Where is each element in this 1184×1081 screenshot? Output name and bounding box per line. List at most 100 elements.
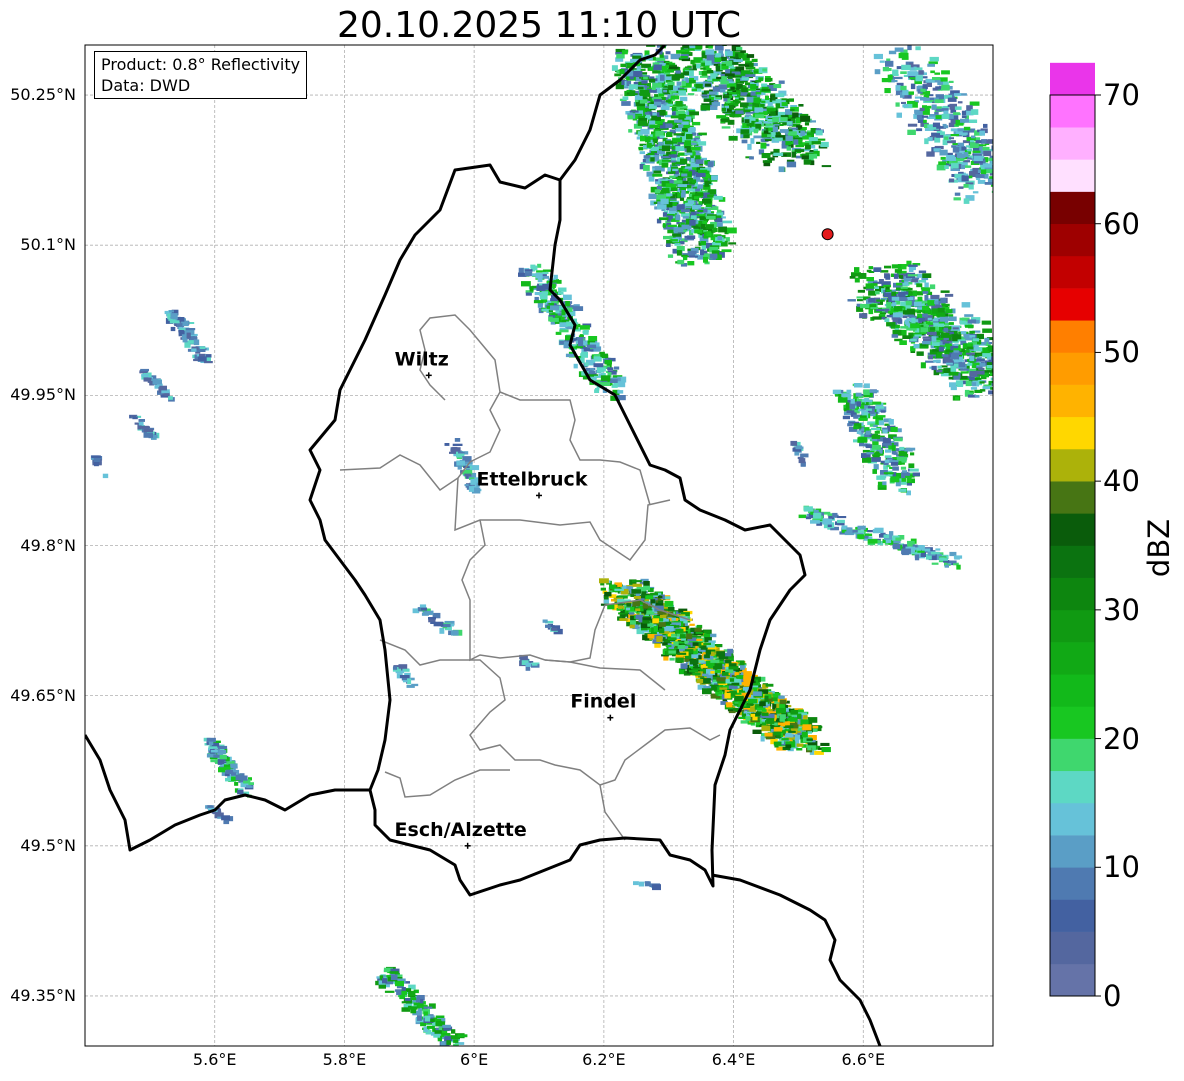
echo-cell [218, 749, 227, 754]
echo-cell [1015, 374, 1024, 379]
echo-cell [954, 93, 962, 96]
echo-cell [916, 283, 923, 288]
echo-cell [925, 360, 935, 363]
echo-cell [986, 364, 993, 369]
echo-cell [714, 57, 722, 62]
echo-cell [691, 40, 699, 43]
echo-cell [700, 105, 710, 111]
echo-cell [716, 677, 726, 682]
echo-cell [756, 141, 761, 144]
echo-cell [746, 96, 754, 103]
echo-cell [786, 161, 797, 168]
echo-cell [900, 85, 907, 91]
echo-cell [524, 271, 533, 277]
echo-cell [689, 79, 696, 84]
echo-cell [898, 488, 907, 492]
echo-cell [804, 122, 810, 126]
echo-cell [866, 269, 872, 273]
echo-cell [934, 72, 940, 75]
echo-cell [753, 135, 763, 139]
echo-cell [169, 320, 180, 324]
echo-cell [672, 233, 681, 237]
echo-cell [798, 104, 804, 107]
echo-cell [861, 453, 867, 458]
echo-cell [727, 39, 736, 44]
echo-cell [953, 112, 960, 115]
echo-cell [773, 727, 782, 732]
echo-cell [856, 296, 864, 299]
echo-cell [781, 102, 788, 107]
echo-cell [905, 475, 912, 478]
echo-cell [712, 228, 718, 232]
echo-cell [995, 346, 1000, 350]
echo-cell [999, 149, 1004, 153]
echo-cell [906, 308, 915, 312]
echo-cell [680, 192, 686, 198]
echo-cell [679, 96, 688, 102]
echo-cell [841, 393, 852, 398]
echo-cell [960, 331, 967, 335]
echo-cell [680, 663, 688, 669]
echo-cell [997, 157, 1004, 162]
echo-cell [1010, 388, 1015, 391]
echo-cell [975, 140, 982, 144]
echo-cell [735, 110, 745, 114]
echo-cell [764, 732, 773, 737]
echo-cell [716, 222, 723, 227]
echo-cell [740, 665, 745, 670]
echo-cell [876, 475, 886, 480]
echo-cell [995, 346, 1001, 352]
echo-cell [643, 155, 651, 159]
echo-cell [754, 114, 764, 119]
echo-cell [1008, 394, 1017, 398]
echo-cell [703, 236, 709, 239]
echo-cell [752, 716, 758, 721]
echo-cell [781, 738, 789, 741]
echo-cell [775, 93, 785, 98]
echo-cell [600, 587, 606, 591]
echo-cell [938, 346, 945, 352]
echo-cell [642, 620, 650, 624]
echo-cell [800, 115, 811, 122]
echo-cell [893, 273, 899, 279]
echo-cell [1010, 398, 1019, 403]
echo-cell [895, 102, 900, 107]
echo-cell [868, 297, 875, 303]
echo-cell [858, 417, 868, 421]
echo-cell [875, 406, 885, 409]
echo-cell [658, 93, 665, 97]
echo-cell [922, 341, 931, 345]
echo-cell [573, 363, 578, 369]
echo-cell [894, 47, 904, 52]
echo-cell [918, 270, 927, 274]
echo-cell [935, 108, 944, 112]
echo-cell [922, 305, 930, 311]
echo-cell [863, 389, 870, 395]
echo-cell [837, 397, 848, 403]
echo-cell [736, 90, 741, 95]
echo-cell [852, 529, 858, 533]
echo-cell [733, 703, 739, 706]
echo-cell [974, 362, 980, 366]
echo-cell [998, 369, 1004, 372]
echo-cell [728, 710, 736, 714]
echo-cell [700, 241, 706, 246]
echo-cell [657, 595, 663, 599]
echo-cell [788, 730, 796, 733]
echo-cell [812, 725, 819, 729]
echo-cell [652, 173, 663, 177]
echo-cell [199, 346, 206, 349]
echo-cell [617, 390, 624, 394]
echo-cell [542, 271, 549, 274]
echo-cell [913, 336, 919, 339]
echo-cell [989, 176, 993, 179]
echo-cell [981, 320, 992, 325]
echo-cell [849, 276, 856, 279]
echo-cell [672, 138, 683, 143]
echo-cell [886, 301, 892, 308]
echo-cell [963, 126, 971, 131]
echo-cell [559, 329, 569, 333]
echo-cell [929, 56, 939, 62]
echo-cell [796, 748, 803, 751]
echo-cell [1005, 352, 1013, 355]
